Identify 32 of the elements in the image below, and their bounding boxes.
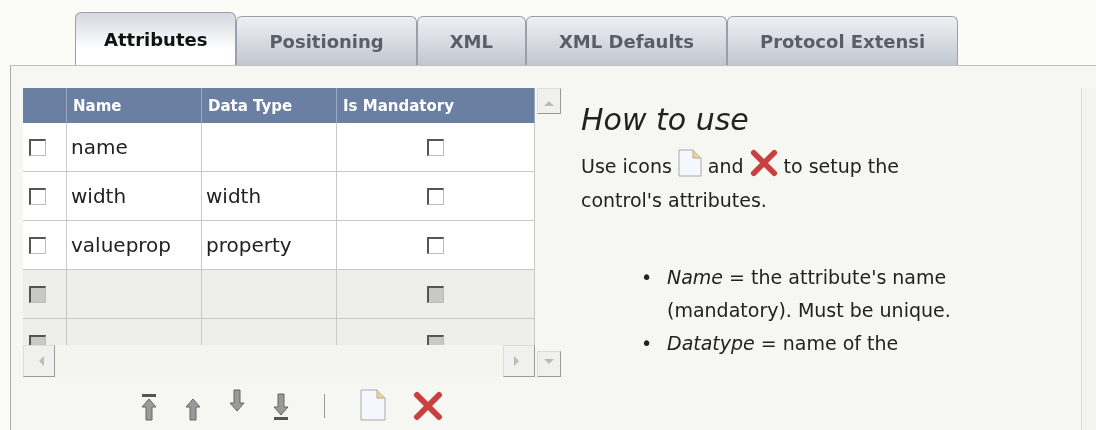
move-to-top-icon[interactable] bbox=[140, 393, 158, 421]
tab[interactable]: Protocol Extensi bbox=[726, 16, 959, 65]
help-text: control's attributes. bbox=[581, 188, 767, 213]
checkbox[interactable] bbox=[427, 187, 444, 205]
checkbox[interactable] bbox=[29, 138, 46, 156]
delete-icon bbox=[749, 149, 778, 177]
table-cell: name bbox=[71, 135, 128, 159]
help-text: and bbox=[707, 155, 744, 177]
help-title: How to use bbox=[581, 102, 750, 137]
bullet-marker: • bbox=[641, 331, 654, 356]
new-document-icon bbox=[677, 149, 702, 177]
tab[interactable]: XML bbox=[416, 16, 526, 65]
move-up-icon[interactable] bbox=[184, 397, 202, 421]
tab[interactable]: XML Defaults bbox=[525, 16, 727, 65]
help-text: Use icons bbox=[581, 155, 672, 177]
tab[interactable]: Attributes bbox=[75, 12, 237, 65]
checkbox[interactable] bbox=[29, 187, 46, 205]
bullet-text: Name = the attribute's name (mandatory). Must be unique. bbox=[667, 265, 952, 323]
move-to-bottom-icon[interactable] bbox=[272, 393, 290, 421]
tab[interactable]: Positioning bbox=[236, 16, 417, 65]
table-cell: property bbox=[206, 233, 292, 257]
table-cell: valueprop bbox=[71, 233, 172, 257]
move-down-icon[interactable] bbox=[228, 389, 246, 413]
checkbox[interactable] bbox=[427, 138, 444, 156]
delete-icon[interactable] bbox=[413, 391, 443, 421]
checkbox[interactable] bbox=[427, 236, 444, 254]
table-cell: width bbox=[206, 184, 262, 208]
bullet-marker: • bbox=[641, 265, 654, 290]
table-cell: width bbox=[71, 184, 127, 208]
bullet-text: Datatype = name of the bbox=[667, 331, 900, 356]
help-text: to setup the bbox=[783, 155, 900, 177]
checkbox[interactable] bbox=[29, 236, 46, 254]
